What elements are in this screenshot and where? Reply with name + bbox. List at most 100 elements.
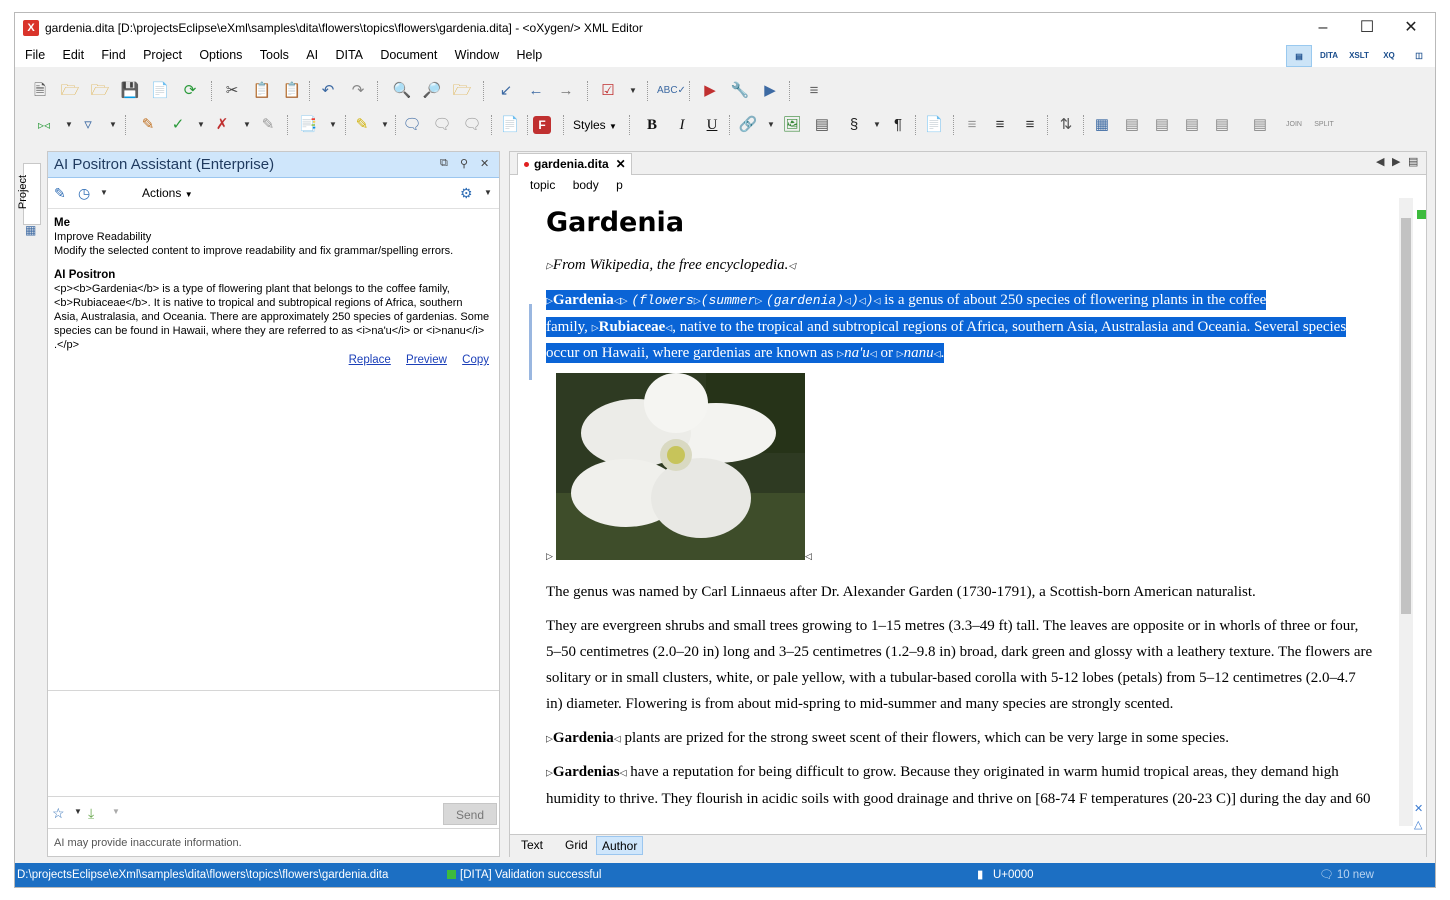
undo-icon[interactable]: ↶ [317, 80, 339, 102]
new-document-icon[interactable]: 🗎 [29, 80, 51, 102]
insert-column-icon[interactable]: ▤ [1181, 114, 1203, 136]
copy-link[interactable]: Copy [462, 354, 489, 366]
delete-column-icon[interactable]: ▤ [1211, 114, 1233, 136]
tags-dropdown-chevron-icon[interactable]: ▼ [65, 114, 73, 136]
project-side-tab[interactable]: Project [17, 163, 41, 225]
document-content[interactable]: Gardenia ▷From Wikipedia, the free encyc… [546, 196, 1376, 824]
validate-dropdown-chevron-icon[interactable]: ▼ [629, 80, 637, 102]
styles-dropdown[interactable]: Styles ▼ [573, 115, 617, 137]
open-url-icon[interactable]: 🗁 [89, 80, 111, 102]
configure-transformation-icon[interactable]: 🔧 [729, 80, 751, 102]
editor-tab-gardenia[interactable]: gardenia.dita ✕ [517, 153, 632, 175]
menu-project[interactable]: Project [136, 43, 189, 67]
favorite-star-icon[interactable]: ☆ [52, 805, 65, 822]
menu-options[interactable]: Options [192, 43, 249, 67]
save-icon[interactable]: 💾 [119, 80, 141, 102]
link-icon[interactable]: 🔗 [737, 114, 759, 136]
close-search-icon[interactable]: ✕ [1414, 802, 1423, 815]
insert-row-above-icon[interactable]: ▤ [1151, 114, 1173, 136]
insert-table-icon[interactable]: ▦ [1091, 114, 1113, 136]
menu-window[interactable]: Window [448, 43, 506, 67]
gardenia-flower-image[interactable] [556, 372, 805, 560]
prompt-input-area[interactable] [48, 690, 499, 797]
tags-display-icon[interactable]: ▹◃ [33, 114, 55, 136]
dita-maps-icon[interactable]: ▦ [25, 223, 36, 237]
search-folder-icon[interactable]: 🗁 [451, 80, 473, 102]
split-cells-icon[interactable]: SPLIT [1313, 114, 1335, 136]
tab-scroll-right-icon[interactable]: ▶ [1392, 155, 1400, 168]
collapse-up-icon[interactable]: △ [1414, 818, 1422, 831]
float-icon[interactable]: ⧉ [440, 157, 448, 170]
highlight-icon[interactable]: ✎ [351, 114, 373, 136]
forward-icon[interactable]: → [555, 80, 577, 102]
close-panel-icon[interactable]: ✕ [480, 157, 489, 170]
attach-chevron-down-icon[interactable]: ▼ [112, 801, 120, 823]
unordered-list-icon[interactable]: ≡ [1019, 114, 1041, 136]
find-in-files-icon[interactable]: 🔎 [421, 80, 443, 102]
menu-document[interactable]: Document [373, 43, 444, 67]
apply-transformation-icon[interactable]: ▶ [699, 80, 721, 102]
reject-change-icon[interactable]: ✗ [211, 114, 233, 136]
vertical-scrollbar[interactable] [1399, 198, 1413, 826]
bold-icon[interactable]: B [641, 114, 663, 136]
maximize-button[interactable]: ☐ [1345, 13, 1389, 43]
menu-file[interactable]: File [18, 43, 52, 67]
selected-paragraph[interactable]: ▷Gardenia◁▷ (flowers▷(summer▷ (gardenia)… [546, 287, 1376, 367]
tab-scroll-left-icon[interactable]: ◀ [1376, 155, 1384, 168]
validate-icon[interactable]: ☑ [597, 80, 619, 102]
menu-help[interactable]: Help [509, 43, 549, 67]
menu-ai[interactable]: AI [299, 43, 325, 67]
reject-dropdown-chevron-icon[interactable]: ▼ [243, 114, 251, 136]
accept-dropdown-chevron-icon[interactable]: ▼ [197, 114, 205, 136]
table-properties-icon[interactable]: ▤ [1249, 114, 1271, 136]
edit-comment-icon[interactable]: 🗨 [431, 114, 453, 136]
menu-tools[interactable]: Tools [253, 43, 296, 67]
breadcrumb-body[interactable]: body [573, 178, 599, 192]
highlight-dropdown-chevron-icon[interactable]: ▼ [381, 114, 389, 136]
track-changes-icon[interactable]: ✎ [137, 114, 159, 136]
favorites-chevron-down-icon[interactable]: ▼ [74, 801, 82, 823]
review-icon[interactable]: 📄 [499, 114, 521, 136]
settings-gear-icon[interactable]: ⚙ [460, 185, 473, 202]
reference-icon[interactable]: ↙ [495, 80, 517, 102]
save-all-icon[interactable]: 📄 [149, 80, 171, 102]
manage-dropdown-chevron-icon[interactable]: ▼ [329, 114, 337, 136]
comment-change-icon[interactable]: ✎ [257, 114, 279, 136]
remove-comment-icon[interactable]: 🗨 [461, 114, 483, 136]
step-list-icon[interactable]: ≡ [961, 114, 983, 136]
insert-row-below-icon[interactable]: ▤ [1121, 114, 1143, 136]
insert-reference-icon[interactable]: 📄 [923, 114, 945, 136]
dita-perspective-button[interactable]: DITA [1316, 45, 1342, 67]
reload-icon[interactable]: ⟳ [179, 80, 201, 102]
mode-tab-author[interactable]: Author [596, 836, 644, 855]
author-perspective-icon[interactable]: ▤ [1286, 45, 1312, 67]
underline-icon[interactable]: U [701, 114, 723, 136]
run-scenario-icon[interactable]: ▶ [759, 80, 781, 102]
filter-icon[interactable]: ▿ [77, 114, 99, 136]
join-cells-icon[interactable]: JOIN [1283, 114, 1305, 136]
attach-icon[interactable]: ⤓ [88, 805, 94, 822]
paste-icon[interactable]: 📋 [281, 80, 303, 102]
minimize-button[interactable]: – [1301, 13, 1345, 43]
filter-dropdown-chevron-icon[interactable]: ▼ [109, 114, 117, 136]
ordered-list-icon[interactable]: ≡ [989, 114, 1011, 136]
menu-dita[interactable]: DITA [328, 43, 370, 67]
sort-icon[interactable]: ⇅ [1055, 114, 1077, 136]
replace-link[interactable]: Replace [349, 354, 391, 366]
menu-find[interactable]: Find [94, 43, 132, 67]
framemaker-icon[interactable]: F [533, 116, 551, 134]
accept-change-icon[interactable]: ✓ [167, 114, 189, 136]
paragraph-icon[interactable]: ¶ [887, 114, 909, 136]
section-dropdown-chevron-icon[interactable]: ▼ [873, 114, 881, 136]
cut-icon[interactable]: ✂ [221, 80, 243, 102]
breadcrumb-topic[interactable]: topic [530, 178, 555, 192]
link-dropdown-chevron-icon[interactable]: ▼ [767, 114, 775, 136]
send-button[interactable]: Send [443, 803, 497, 825]
settings-chevron-down-icon[interactable]: ▼ [484, 182, 492, 204]
tab-list-icon[interactable]: ▤ [1408, 155, 1418, 168]
insert-image-icon[interactable]: 🖼 [781, 114, 803, 136]
back-icon[interactable]: ← [525, 80, 547, 102]
scrollbar-thumb[interactable] [1401, 218, 1411, 614]
close-window-button[interactable]: ✕ [1389, 13, 1433, 43]
xslt-perspective-button[interactable]: XSLT [1346, 45, 1372, 67]
